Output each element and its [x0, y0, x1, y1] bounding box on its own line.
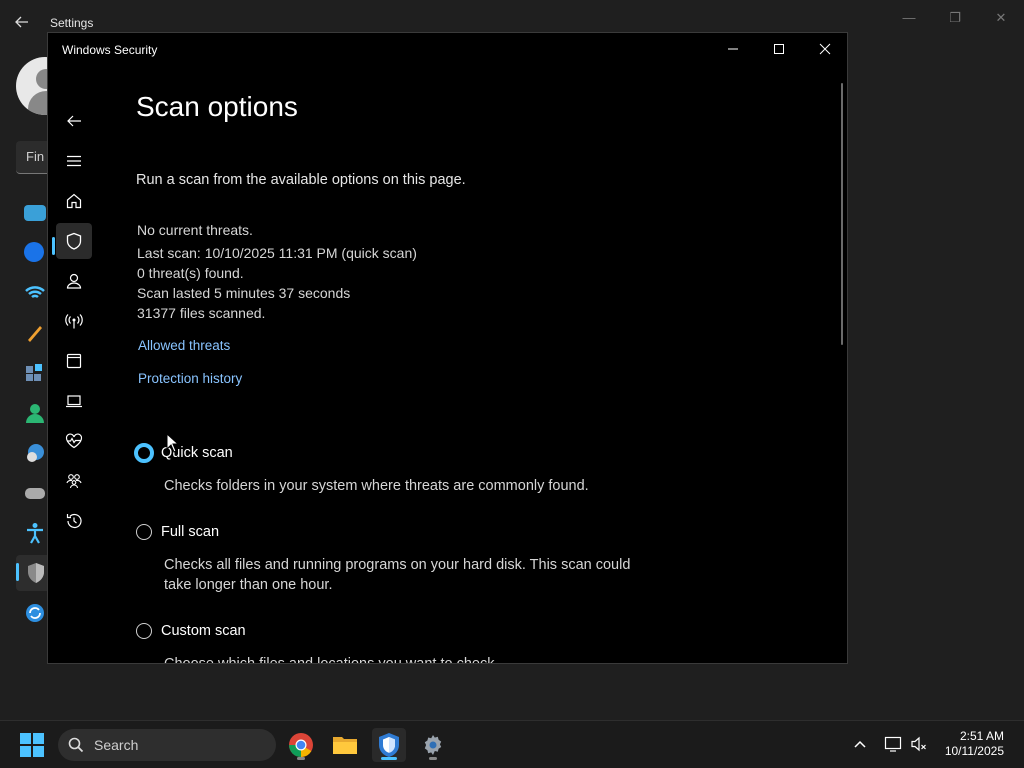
protection-history-link[interactable]: Protection history: [138, 371, 242, 386]
ws-titlebar: Windows Security: [48, 33, 847, 67]
browser-icon[interactable]: [56, 343, 92, 379]
apps-icon[interactable]: [24, 362, 46, 384]
full-scan-description: Checks all files and running programs on…: [164, 557, 631, 593]
windows-security-window: Windows Security Scan options Run a scan…: [47, 32, 848, 664]
settings-gear-icon[interactable]: [416, 728, 450, 762]
clock-time: 2:51 AM: [959, 729, 1004, 743]
hamburger-icon[interactable]: [56, 143, 92, 179]
settings-restore-icon[interactable]: ❐: [940, 8, 970, 28]
clock-date: 10/11/2025: [944, 744, 1004, 758]
windows-update-icon[interactable]: [24, 602, 46, 624]
taskbar-search-input[interactable]: Search: [58, 729, 276, 761]
settings-back-icon[interactable]: [14, 14, 34, 34]
full-scan-radio[interactable]: [136, 524, 152, 540]
settings-minimize-icon[interactable]: —: [894, 8, 924, 28]
full-scan-option[interactable]: Full scan: [136, 521, 219, 543]
time-language-icon[interactable]: [24, 442, 46, 464]
scan-options-content: Scan options Run a scan from the availab…: [134, 67, 836, 664]
accounts-icon[interactable]: [24, 402, 46, 424]
home-icon[interactable]: [56, 183, 92, 219]
custom-scan-description: Choose which files and locations you wan…: [164, 656, 499, 664]
scan-duration: Scan lasted 5 minutes 37 seconds: [137, 285, 351, 301]
file-explorer-icon[interactable]: [328, 728, 362, 762]
volume-muted-icon[interactable]: [910, 735, 928, 758]
sidebar-selection-indicator: [16, 563, 19, 581]
privacy-shield-icon: [26, 562, 48, 584]
quick-scan-option[interactable]: Quick scan: [134, 442, 233, 464]
custom-scan-radio[interactable]: [136, 623, 152, 639]
back-arrow-icon[interactable]: [56, 103, 92, 139]
threats-found: 0 threat(s) found.: [137, 265, 244, 281]
scrollbar[interactable]: [841, 83, 843, 345]
navigation-rail: [48, 67, 108, 663]
start-button[interactable]: [20, 733, 44, 757]
heart-pulse-icon[interactable]: [56, 423, 92, 459]
settings-title: Settings: [50, 16, 94, 30]
threat-status: No current threats.: [137, 222, 253, 238]
full-scan-label: Full scan: [161, 524, 220, 540]
taskbar: Search 2:51 AM 10/11/2025: [0, 720, 1024, 768]
chevron-up-icon[interactable]: [852, 736, 868, 757]
maximize-icon[interactable]: [756, 37, 802, 63]
clock[interactable]: 2:51 AM 10/11/2025: [945, 729, 1004, 759]
settings-close-icon[interactable]: ✕: [986, 8, 1016, 28]
accessibility-icon[interactable]: [24, 522, 46, 544]
person-icon[interactable]: [56, 263, 92, 299]
files-scanned: 31377 files scanned.: [137, 305, 266, 321]
system-icon[interactable]: [24, 205, 46, 221]
quick-scan-description: Checks folders in your system where thre…: [164, 478, 589, 494]
search-placeholder: Search: [94, 737, 139, 753]
windows-security-icon[interactable]: [372, 728, 406, 762]
search-icon: [68, 737, 84, 753]
allowed-threats-link[interactable]: Allowed threats: [138, 338, 230, 353]
minimize-icon[interactable]: [710, 37, 756, 63]
history-icon[interactable]: [56, 503, 92, 539]
network-icon[interactable]: [24, 284, 46, 306]
shield-icon[interactable]: [56, 223, 92, 259]
page-title: Scan options: [136, 91, 298, 122]
custom-scan-option[interactable]: Custom scan: [136, 620, 246, 642]
gaming-icon[interactable]: [24, 482, 46, 504]
bluetooth-icon[interactable]: [24, 242, 44, 262]
window-title: Windows Security: [62, 43, 158, 57]
gear-icon[interactable]: [56, 655, 92, 663]
chrome-icon[interactable]: [284, 728, 318, 762]
personalization-icon[interactable]: [24, 322, 46, 344]
antenna-icon[interactable]: [56, 303, 92, 339]
last-scan-info: Last scan: 10/10/2025 11:31 PM (quick sc…: [137, 245, 417, 261]
network-monitor-icon[interactable]: [884, 735, 902, 758]
page-subtitle: Run a scan from the available options on…: [136, 172, 466, 188]
laptop-icon[interactable]: [56, 383, 92, 419]
rail-selection-indicator: [52, 237, 55, 255]
close-icon[interactable]: [802, 37, 847, 63]
custom-scan-label: Custom scan: [161, 623, 246, 639]
family-icon[interactable]: [56, 463, 92, 499]
quick-scan-radio[interactable]: [134, 443, 154, 463]
